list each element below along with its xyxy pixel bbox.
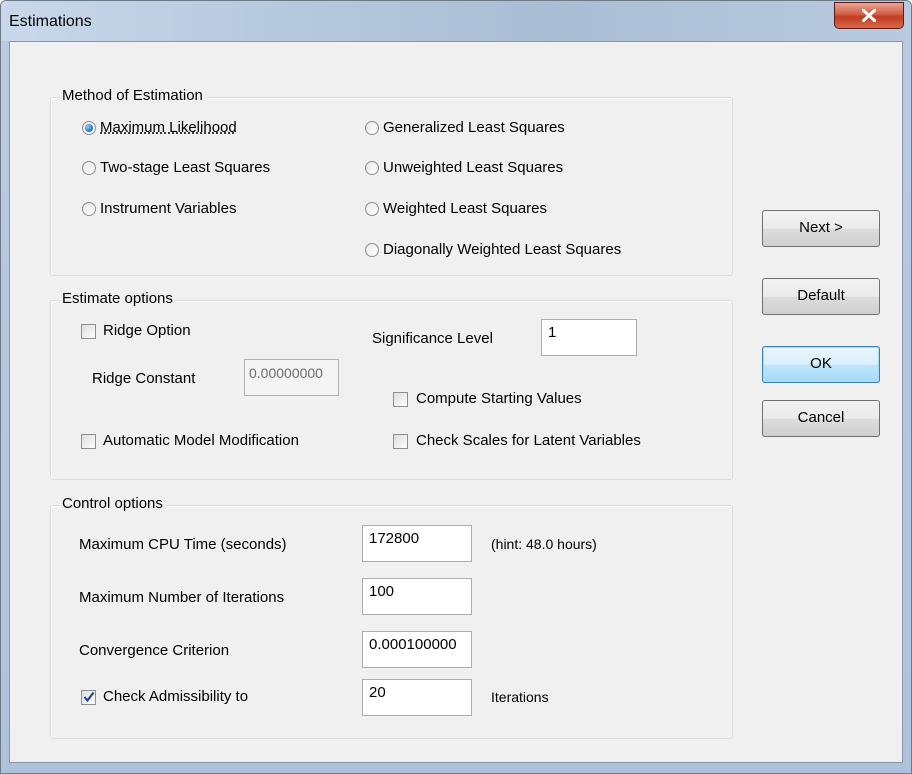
radio-diagonally-weighted-least-squares[interactable] [365,243,379,257]
radio-label-diagonally-weighted-least-squares[interactable]: Diagonally Weighted Least Squares [383,241,621,258]
ridge-option-label[interactable]: Ridge Option [103,322,191,339]
check-scales-label[interactable]: Check Scales for Latent Variables [416,432,641,449]
radio-label-unweighted-least-squares[interactable]: Unweighted Least Squares [383,159,563,176]
control-options-group: Control options Maximum CPU Time (second… [50,495,733,739]
radio-generalized-least-squares[interactable] [365,121,379,135]
radio-label-instrument-variables[interactable]: Instrument Variables [100,200,236,217]
dialog-client-area: Method of Estimation Maximum Likelihood … [9,41,903,763]
compute-starting-values-label[interactable]: Compute Starting Values [416,390,582,407]
check-admissibility-label[interactable]: Check Admissibility to [103,688,248,705]
close-icon [862,9,876,22]
ridge-constant-input: 0.00000000 [244,359,339,396]
cpu-time-label: Maximum CPU Time (seconds) [79,536,287,553]
automatic-model-modification-checkbox[interactable] [81,434,96,449]
cpu-time-input[interactable]: 172800 [362,525,472,562]
cancel-button[interactable]: Cancel [762,400,880,437]
radio-label-maximum-likelihood[interactable]: Maximum Likelihood [100,119,237,136]
method-group: Method of Estimation Maximum Likelihood … [50,87,733,276]
radio-instrument-variables[interactable] [82,202,96,216]
default-button[interactable]: Default [762,278,880,315]
convergence-input[interactable]: 0.000100000 [362,631,472,668]
radio-two-stage-least-squares[interactable] [82,161,96,175]
radio-unweighted-least-squares[interactable] [365,161,379,175]
check-admissibility-checkbox[interactable] [81,690,96,705]
ridge-constant-label: Ridge Constant [92,370,196,387]
estimate-options-title: Estimate options [60,290,175,307]
iterations-label: Maximum Number of Iterations [79,589,285,606]
radio-label-generalized-least-squares[interactable]: Generalized Least Squares [383,119,565,136]
window-title: Estimations [9,13,92,30]
significance-level-input[interactable]: 1 [541,319,637,356]
ridge-option-checkbox[interactable] [81,324,96,339]
estimate-options-group: Estimate options Ridge Option Ridge Cons… [50,290,733,480]
convergence-label: Convergence Criterion [79,642,230,659]
method-group-title: Method of Estimation [60,87,205,104]
radio-label-two-stage-least-squares[interactable]: Two-stage Least Squares [100,159,270,176]
ok-button[interactable]: OK [762,346,880,383]
control-options-title: Control options [60,495,165,512]
admissibility-iterations-input[interactable]: 20 [362,679,472,716]
check-scales-checkbox[interactable] [393,434,408,449]
estimations-window: Estimations Method of Estimation Maximum… [0,0,912,774]
title-bar[interactable]: Estimations [1,1,911,41]
automatic-model-modification-label[interactable]: Automatic Model Modification [103,432,299,449]
close-button[interactable] [834,2,904,29]
radio-label-weighted-least-squares[interactable]: Weighted Least Squares [383,200,547,217]
checkmark-icon [83,691,95,703]
next-button[interactable]: Next > [762,210,880,247]
radio-maximum-likelihood[interactable] [82,121,96,135]
iterations-suffix-label: Iterations [491,689,549,705]
radio-weighted-least-squares[interactable] [365,202,379,216]
compute-starting-values-checkbox[interactable] [393,392,408,407]
iterations-input[interactable]: 100 [362,578,472,615]
cpu-time-hint: (hint: 48.0 hours) [491,536,597,552]
significance-level-label: Significance Level [372,330,493,347]
